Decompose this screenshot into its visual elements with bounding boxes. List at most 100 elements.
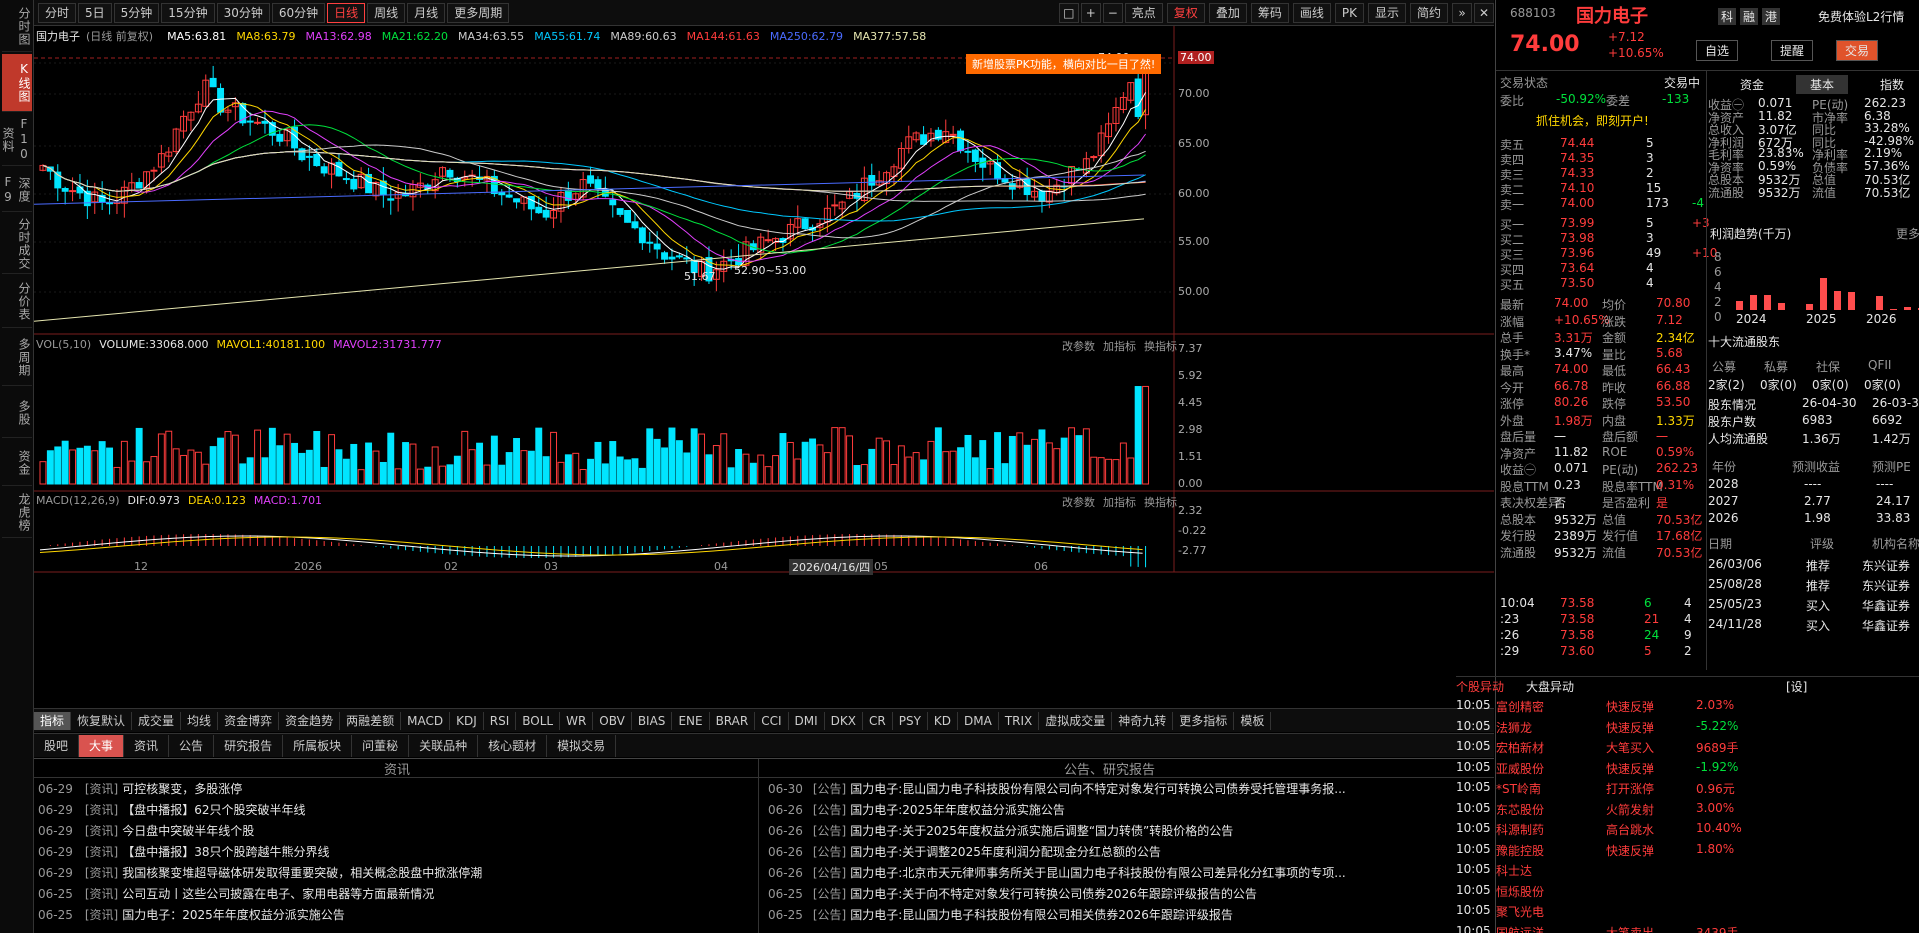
toolbar-right-btn[interactable]: 叠加 [1208,3,1247,23]
news-item[interactable]: 06-25 [资讯] 公司互动丨这些公司披露在电子、家用电器等方面最新情况 [38,884,434,905]
info-tab[interactable]: 核心题材 [478,734,548,757]
indicator-tab[interactable]: CR [863,711,893,730]
indicator-tab[interactable]: 神奇九转 [1112,711,1174,730]
indicator-tab[interactable]: 更多指标 [1173,711,1235,730]
toolbar-right-btn[interactable]: 画线 [1292,3,1331,23]
action-button[interactable]: 自选 [1696,40,1739,61]
period-tab[interactable]: 更多周期 [447,2,510,23]
notice-item[interactable]: 06-26 [公告] 国力电子:2025年年度权益分派实施公告 [768,800,1065,821]
rail-item[interactable]: 分时成交 [2,214,32,274]
notice-title[interactable]: 国力电子:关于调整2025年度利润分配现金分红总额的公告 [850,845,1161,859]
period-tab[interactable]: 60分钟 [271,2,326,23]
action-button[interactable]: 提醒 [1771,40,1814,61]
rail-item[interactable]: 深度F9 [1,168,32,212]
period-tab[interactable]: 周线 [367,2,406,23]
toolbar-right-btn[interactable]: 显示 [1367,3,1406,23]
notice-title[interactable]: 国力电子:关于向不特定对象发行可转换公司债券2026年跟踪评级报告的公告 [850,887,1257,901]
toolbar-icon[interactable]: − [1102,3,1123,23]
kline-chart[interactable] [34,26,1494,574]
indicator-tab[interactable]: KDJ [450,711,484,730]
indicator-tab[interactable]: DMI [789,711,825,730]
notice-title[interactable]: 国力电子:昆山国力电子科技股份有限公司相关债券2026年跟踪评级报告 [850,908,1233,922]
indicator-tab[interactable]: ENE [672,711,710,730]
toolbar-right-btn[interactable]: PK [1334,3,1364,23]
news-title[interactable]: 今日盘中突破半年线个股 [122,824,254,838]
toolbar-icon[interactable]: + [1080,3,1101,23]
indicator-tab[interactable]: OBV [593,711,632,730]
rail-item[interactable]: 龙虎榜 [2,488,32,538]
rail-item[interactable]: 多股 [2,388,32,438]
indicator-tab[interactable]: RSI [484,711,517,730]
toolbar-right-btn[interactable]: 亮点 [1124,3,1163,23]
news-title[interactable]: 【盘中播报】38只个股跨越牛熊分界线 [122,845,329,859]
info-tab[interactable]: 研究报告 [214,734,284,757]
f10-tab[interactable]: 资金 [1726,75,1778,94]
rail-item[interactable]: 分时图 [2,2,32,52]
period-tab[interactable]: 15分钟 [161,2,215,23]
f10-tab[interactable]: 基本 [1796,75,1849,94]
indicator-tab[interactable]: DKX [825,711,863,730]
action-button[interactable]: 交易 [1836,40,1879,61]
indicator-tab[interactable]: 成交量 [132,711,182,730]
indicator-tab[interactable]: MACD [401,711,451,730]
indicator-tab[interactable]: CCI [755,711,789,730]
indicator-tab[interactable]: 虚拟成交量 [1039,711,1113,730]
news-item[interactable]: 06-29 [资讯] 【盘中播报】62只个股突破半年线 [38,800,306,821]
notice-title[interactable]: 国力电子:北京市天元律师事务所关于昆山国力电子科技股份有限公司差异化分红事项的专… [850,866,1346,880]
period-tab[interactable]: 分时 [38,2,77,23]
alert-tab[interactable]: 大盘异动 [1526,678,1574,695]
toolbar-icon[interactable]: » [1452,3,1472,23]
notice-item[interactable]: 06-26 [公告] 国力电子:关于2025年度权益分派实施后调整“国力转债”转股价… [768,821,1233,842]
notice-item[interactable]: 06-30 [公告] 国力电子:昆山国力电子科技股份有限公司向不特定对象发行可转换公… [768,779,1346,800]
info-tab[interactable]: 所属板块 [283,734,353,757]
info-tab[interactable]: 股吧 [34,734,80,757]
news-item[interactable]: 06-29 [资讯] 可控核聚变，多股涨停 [38,779,242,800]
notice-title[interactable]: 国力电子:昆山国力电子科技股份有限公司向不特定对象发行可转换公司债券受托管理事务… [850,782,1346,796]
toolbar-icon[interactable]: □ [1058,3,1079,23]
rail-item[interactable]: K线图 [2,54,32,112]
period-tab[interactable]: 月线 [407,2,446,23]
period-tab[interactable]: 日线 [327,2,366,23]
indicator-tab[interactable]: BIAS [632,711,673,730]
indicator-tab[interactable]: DMA [958,711,999,730]
notice-title[interactable]: 国力电子:关于2025年度权益分派实施后调整“国力转债”转股价格的公告 [850,824,1233,838]
news-title[interactable]: 我国核聚变堆超导磁体研发取得重要突破，相关概念股盘中掀涨停潮 [122,866,482,880]
news-title[interactable]: 国力电子：2025年年度权益分派实施公告 [122,908,345,922]
info-tab[interactable]: 公告 [169,734,215,757]
notice-item[interactable]: 06-26 [公告] 国力电子:北京市天元律师事务所关于昆山国力电子科技股份有限公司… [768,863,1346,884]
indicator-tab[interactable]: PSY [893,711,928,730]
news-item[interactable]: 06-29 [资讯] 我国核聚变堆超导磁体研发取得重要突破，相关概念股盘中掀涨停潮 [38,863,482,884]
notice-title[interactable]: 国力电子:2025年年度权益分派实施公告 [850,803,1065,817]
toolbar-icon[interactable]: ✕ [1474,3,1494,23]
alert-tab[interactable]: [设] [1786,678,1807,695]
news-title[interactable]: 公司互动丨这些公司披露在电子、家用电器等方面最新情况 [122,887,434,901]
indicator-tab[interactable]: BOLL [516,711,561,730]
rail-item[interactable]: 多周期 [2,330,32,386]
news-item[interactable]: 06-29 [资讯] 今日盘中突破半年线个股 [38,821,254,842]
indicator-tab[interactable]: KD [928,711,959,730]
notice-item[interactable]: 06-25 [公告] 国力电子:关于向不特定对象发行可转换公司债券2026年跟踪评级… [768,884,1257,905]
rail-item[interactable]: 分价表 [2,276,32,328]
f10-tab[interactable]: 指数 [1866,75,1918,94]
promo-link[interactable]: 抓住机会，即刻开户! [1536,112,1649,129]
profit-more[interactable]: 更多 [1896,225,1919,242]
info-tab[interactable]: 关联品种 [409,734,479,757]
info-tab[interactable]: 大事 [79,734,125,757]
info-tab[interactable]: 模拟交易 [547,734,617,757]
period-tab[interactable]: 5日 [78,2,112,23]
indicator-tab[interactable]: 两融差额 [340,711,402,730]
indicator-tab[interactable]: TRIX [999,711,1040,730]
news-title[interactable]: 【盘中播报】62只个股突破半年线 [122,803,305,817]
notice-item[interactable]: 06-26 [公告] 国力电子:关于调整2025年度利润分配现金分红总额的公告 [768,842,1161,863]
toolbar-right-btn[interactable]: 筹码 [1250,3,1289,23]
rail-item[interactable]: F10资料 [1,114,32,166]
indicator-tab[interactable]: 资金趋势 [279,711,341,730]
news-item[interactable]: 06-29 [资讯] 【盘中播报】38只个股跨越牛熊分界线 [38,842,330,863]
indicator-tab[interactable]: WR [560,711,594,730]
toolbar-right-btn[interactable]: 复权 [1166,3,1205,23]
indicator-tab[interactable]: 指标 [34,711,72,730]
news-item[interactable]: 06-25 [资讯] 国力电子：2025年年度权益分派实施公告 [38,905,345,926]
indicator-tab[interactable]: 恢复默认 [71,711,133,730]
notice-item[interactable]: 06-25 [公告] 国力电子:昆山国力电子科技股份有限公司相关债券2026年跟踪评… [768,905,1233,926]
indicator-tab[interactable]: BRAR [710,711,756,730]
